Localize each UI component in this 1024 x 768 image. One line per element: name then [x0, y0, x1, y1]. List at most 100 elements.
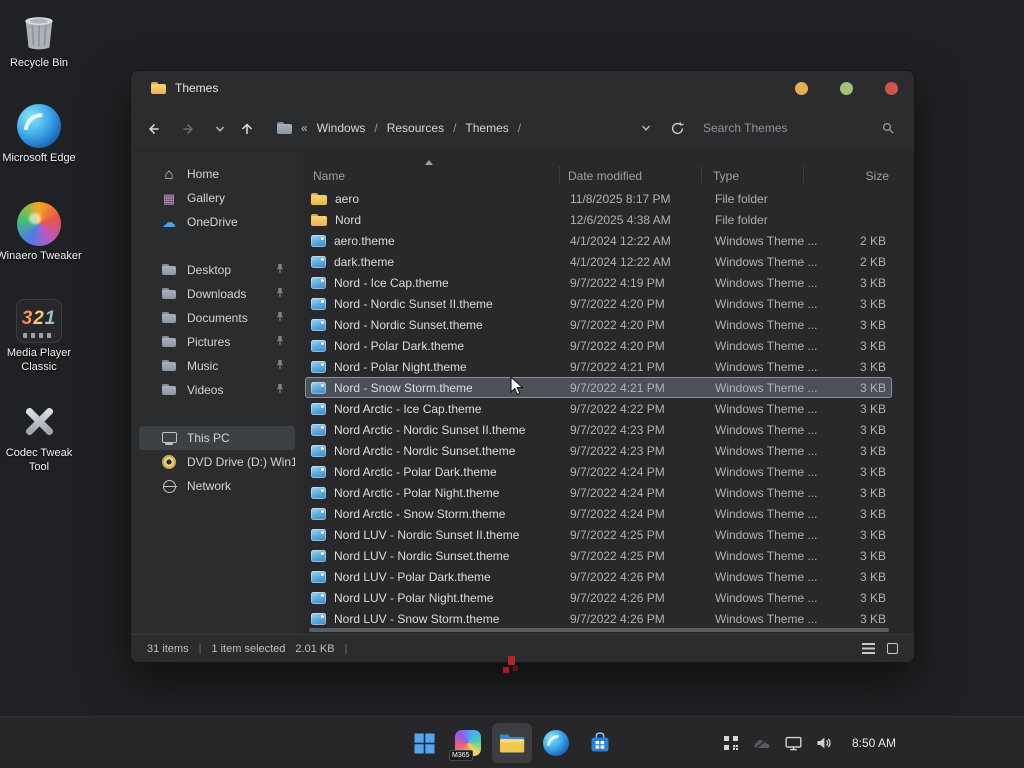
- desktop-icon-label: Recycle Bin: [0, 57, 82, 71]
- pin-icon[interactable]: [275, 287, 285, 301]
- edge-button[interactable]: [536, 723, 576, 763]
- column-header-name[interactable]: Name: [313, 169, 345, 183]
- file-rows: aero 11/8/2025 8:17 PM File folder Nord …: [305, 188, 892, 629]
- file-row[interactable]: Nord LUV - Polar Night.theme 9/7/2022 4:…: [305, 587, 892, 608]
- desktop-icon-winaero-tweaker[interactable]: Winaero Tweaker: [0, 201, 82, 264]
- file-size: 3 KB: [817, 465, 892, 479]
- sidebar-item[interactable]: Videos: [139, 378, 295, 402]
- refresh-button[interactable]: [667, 118, 687, 138]
- desktop-icon-microsoft-edge[interactable]: Microsoft Edge: [0, 103, 82, 166]
- selection-count: 1 item selected: [211, 643, 285, 655]
- pin-icon[interactable]: [275, 263, 285, 277]
- microsoft-store-button[interactable]: [580, 723, 620, 763]
- breadcrumb-separator: /: [518, 121, 521, 135]
- breadcrumb-segment[interactable]: Windows: [317, 121, 366, 135]
- horizontal-scrollbar[interactable]: [309, 628, 889, 632]
- file-size: 3 KB: [817, 360, 892, 374]
- recent-locations-button[interactable]: [210, 119, 230, 139]
- sidebar-item[interactable]: Documents: [139, 306, 295, 330]
- start-button[interactable]: [404, 723, 444, 763]
- copilot-m365-button[interactable]: M365: [448, 723, 488, 763]
- address-dropdown-icon[interactable]: [637, 119, 655, 137]
- recycle-bin-icon: [16, 8, 62, 54]
- forward-button[interactable]: [179, 119, 199, 139]
- file-row[interactable]: Nord - Snow Storm.theme 9/7/2022 4:21 PM…: [305, 377, 892, 398]
- file-row[interactable]: Nord Arctic - Ice Cap.theme 9/7/2022 4:2…: [305, 398, 892, 419]
- column-header-date-modified[interactable]: Date modified: [568, 169, 642, 183]
- file-type: Windows Theme ...: [715, 444, 817, 458]
- sidebar-item-icon: [161, 478, 177, 494]
- sidebar-item[interactable]: Music: [139, 354, 295, 378]
- minimize-button[interactable]: [795, 82, 808, 95]
- volume-icon[interactable]: [816, 736, 832, 750]
- taskbar-clock[interactable]: 8:50 AM: [852, 736, 896, 750]
- file-date-modified: 9/7/2022 4:26 PM: [570, 570, 715, 584]
- desktop: { "colors": { "accent_yellow": "#e0b054"…: [0, 0, 1024, 768]
- file-row[interactable]: Nord LUV - Nordic Sunset.theme 9/7/2022 …: [305, 545, 892, 566]
- breadcrumb-segment[interactable]: Themes: [465, 121, 508, 135]
- up-button[interactable]: [237, 119, 257, 139]
- sidebar-item[interactable]: DVD Drive (D:) Win11: [139, 450, 295, 474]
- file-row[interactable]: Nord - Ice Cap.theme 9/7/2022 4:19 PM Wi…: [305, 272, 892, 293]
- folder-icon: [161, 286, 177, 302]
- file-row[interactable]: Nord - Nordic Sunset II.theme 9/7/2022 4…: [305, 293, 892, 314]
- breadcrumb-folder-icon: [277, 122, 292, 134]
- details-view-icon[interactable]: [862, 643, 875, 654]
- sidebar-item[interactable]: This PC: [139, 426, 295, 450]
- close-button[interactable]: [885, 82, 898, 95]
- status-divider: |: [345, 643, 348, 655]
- search-icon[interactable]: [881, 121, 895, 135]
- display-icon[interactable]: [785, 736, 802, 751]
- qr-grid-icon[interactable]: [723, 735, 739, 751]
- file-size: 3 KB: [817, 444, 892, 458]
- sidebar-item[interactable]: Home: [139, 162, 295, 186]
- large-icons-view-icon[interactable]: [887, 643, 898, 654]
- file-row[interactable]: Nord Arctic - Polar Dark.theme 9/7/2022 …: [305, 461, 892, 482]
- file-row[interactable]: Nord Arctic - Nordic Sunset.theme 9/7/20…: [305, 440, 892, 461]
- desktop-icon-media-player-classic[interactable]: 321 Media Player Classic: [0, 298, 82, 375]
- desktop-icon-recycle-bin[interactable]: Recycle Bin: [0, 8, 82, 71]
- file-row[interactable]: Nord - Polar Dark.theme 9/7/2022 4:20 PM…: [305, 335, 892, 356]
- file-row[interactable]: Nord 12/6/2025 4:38 AM File folder: [305, 209, 892, 230]
- pin-icon[interactable]: [275, 383, 285, 397]
- file-row[interactable]: Nord LUV - Snow Storm.theme 9/7/2022 4:2…: [305, 608, 892, 629]
- file-size: 3 KB: [817, 381, 892, 395]
- file-type: Windows Theme ...: [715, 234, 817, 248]
- file-explorer-icon: [499, 733, 525, 754]
- maximize-button[interactable]: [840, 82, 853, 95]
- file-row[interactable]: Nord - Polar Night.theme 9/7/2022 4:21 P…: [305, 356, 892, 377]
- back-button[interactable]: [143, 119, 163, 139]
- file-type: Windows Theme ...: [715, 255, 817, 269]
- sidebar-item[interactable]: Downloads: [139, 282, 295, 306]
- sidebar-item[interactable]: OneDrive: [139, 210, 295, 234]
- pin-icon[interactable]: [275, 359, 285, 373]
- column-header-size[interactable]: Size: [815, 169, 889, 183]
- file-explorer-button[interactable]: [492, 723, 532, 763]
- file-row[interactable]: Nord LUV - Nordic Sunset II.theme 9/7/20…: [305, 524, 892, 545]
- column-header-type[interactable]: Type: [713, 169, 739, 183]
- desktop-icon-codec-tweak-tool[interactable]: Codec Tweak Tool: [0, 398, 82, 475]
- sidebar-item[interactable]: Pictures: [139, 330, 295, 354]
- file-row[interactable]: Nord Arctic - Snow Storm.theme 9/7/2022 …: [305, 503, 892, 524]
- sidebar-item[interactable]: Gallery: [139, 186, 295, 210]
- file-date-modified: 9/7/2022 4:20 PM: [570, 297, 715, 311]
- cloud-offline-icon[interactable]: [753, 736, 771, 750]
- breadcrumb-segment[interactable]: Resources: [387, 121, 444, 135]
- pin-icon[interactable]: [275, 311, 285, 325]
- file-row[interactable]: Nord - Nordic Sunset.theme 9/7/2022 4:20…: [305, 314, 892, 335]
- sidebar-item[interactable]: Network: [139, 474, 295, 498]
- sidebar-item[interactable]: Desktop: [139, 258, 295, 282]
- file-row[interactable]: dark.theme 4/1/2024 12:22 AM Windows The…: [305, 251, 892, 272]
- edge-icon: [543, 730, 569, 756]
- file-row[interactable]: aero 11/8/2025 8:17 PM File folder: [305, 188, 892, 209]
- title-bar[interactable]: Themes: [131, 71, 914, 105]
- search-input[interactable]: [703, 116, 875, 140]
- pin-icon[interactable]: [275, 335, 285, 349]
- breadcrumb-collapse-chevron[interactable]: «: [301, 121, 308, 135]
- file-row[interactable]: Nord Arctic - Nordic Sunset II.theme 9/7…: [305, 419, 892, 440]
- file-name: Nord - Ice Cap.theme: [334, 276, 449, 290]
- breadcrumb-segments: Windows / Resources / Themes /: [317, 121, 521, 135]
- file-row[interactable]: aero.theme 4/1/2024 12:22 AM Windows The…: [305, 230, 892, 251]
- file-row[interactable]: Nord Arctic - Polar Night.theme 9/7/2022…: [305, 482, 892, 503]
- file-row[interactable]: Nord LUV - Polar Dark.theme 9/7/2022 4:2…: [305, 566, 892, 587]
